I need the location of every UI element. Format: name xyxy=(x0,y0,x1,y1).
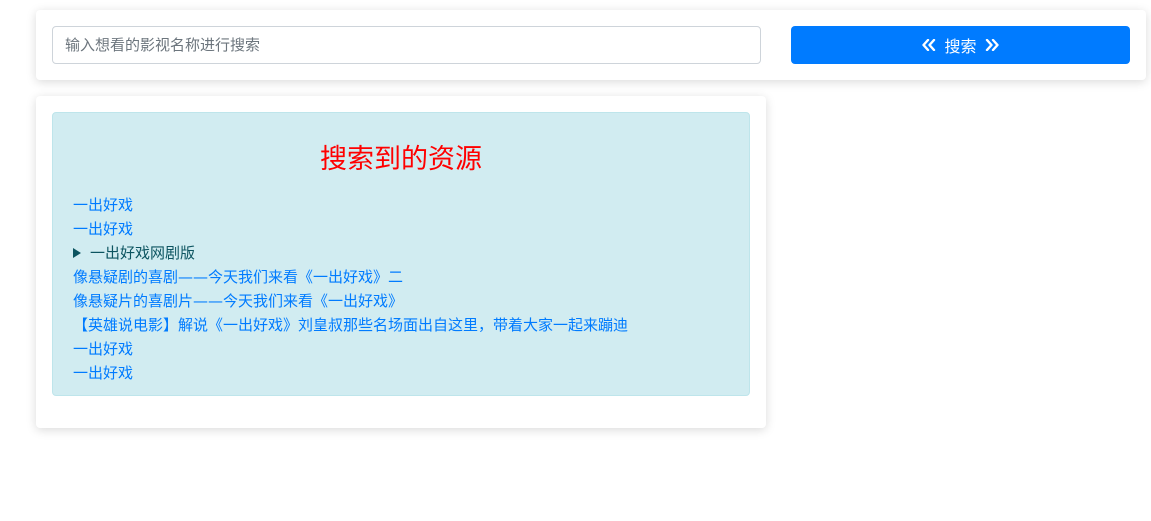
result-link[interactable]: 一出好戏 xyxy=(73,220,133,238)
collapsible-item-label: 一出好戏网剧版 xyxy=(90,244,196,262)
result-link[interactable]: 一出好戏 xyxy=(73,340,133,358)
list-item: 一出好戏 xyxy=(73,361,729,385)
results-title: 搜索到的资源 xyxy=(320,144,482,175)
double-chevron-left-icon xyxy=(922,39,936,51)
search-input[interactable] xyxy=(52,26,761,64)
double-chevron-right-icon xyxy=(985,39,999,51)
collapsible-item[interactable]: 一出好戏网剧版 xyxy=(73,241,729,265)
search-panel: 搜索 xyxy=(36,10,1146,80)
results-alert-box: 搜索到的资源 一出好戏 一出好戏 一出好戏网剧版 像悬疑剧的喜剧——今天我们来看… xyxy=(52,112,750,396)
result-link[interactable]: 一出好戏 xyxy=(73,364,133,382)
list-item: 像悬疑剧的喜剧——今天我们来看《一出好戏》二 xyxy=(73,265,729,289)
result-link[interactable]: 像悬疑剧的喜剧——今天我们来看《一出好戏》二 xyxy=(73,268,403,286)
result-link[interactable]: 【英雄说电影】解说《一出好戏》刘皇叔那些名场面出自这里，带着大家一起来蹦迪 xyxy=(73,316,628,334)
list-item: 【英雄说电影】解说《一出好戏》刘皇叔那些名场面出自这里，带着大家一起来蹦迪 xyxy=(73,313,729,337)
search-button[interactable]: 搜索 xyxy=(791,26,1130,64)
result-link[interactable]: 一出好戏 xyxy=(73,196,133,214)
list-item: 像悬疑片的喜剧片——今天我们来看《一出好戏》 xyxy=(73,289,729,313)
results-panel: 搜索到的资源 一出好戏 一出好戏 一出好戏网剧版 像悬疑剧的喜剧——今天我们来看… xyxy=(36,96,766,428)
results-list: 一出好戏 一出好戏 一出好戏网剧版 像悬疑剧的喜剧——今天我们来看《一出好戏》二… xyxy=(73,193,729,385)
search-button-label: 搜索 xyxy=(944,37,977,56)
list-item: 一出好戏 xyxy=(73,337,729,361)
disclosure-triangle-icon[interactable] xyxy=(73,248,81,258)
list-item: 一出好戏 xyxy=(73,217,729,241)
list-item: 一出好戏 xyxy=(73,193,729,217)
result-link[interactable]: 像悬疑片的喜剧片——今天我们来看《一出好戏》 xyxy=(73,292,403,310)
